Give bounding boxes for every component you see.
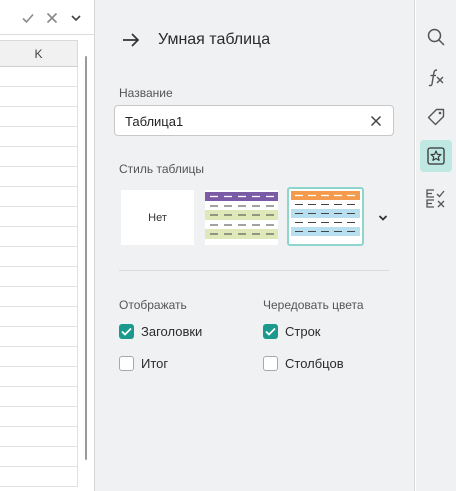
tag-button[interactable]	[420, 101, 452, 133]
formula-check-icon	[426, 189, 445, 208]
cell[interactable]	[0, 227, 78, 247]
cell[interactable]	[0, 347, 78, 367]
star-icon	[427, 147, 445, 165]
cell[interactable]	[0, 367, 78, 387]
cell[interactable]	[0, 107, 78, 127]
style-purple-preview	[205, 190, 278, 245]
columns-checkbox[interactable]	[263, 356, 278, 371]
cell[interactable]	[0, 287, 78, 307]
close-icon	[46, 12, 58, 24]
table-style-label: Стиль таблицы	[119, 162, 205, 176]
cell[interactable]	[0, 307, 78, 327]
checkmark-icon	[265, 327, 276, 336]
spreadsheet-area: K	[0, 0, 95, 491]
formula-bar	[0, 0, 94, 35]
panel-header: Умная таблица	[119, 28, 270, 52]
style-none-option[interactable]: Нет	[121, 190, 194, 245]
panel-title: Умная таблица	[158, 31, 271, 48]
total-checkbox-row[interactable]: Итог	[119, 356, 168, 371]
cell[interactable]	[0, 447, 78, 467]
rows-checkbox[interactable]	[263, 324, 278, 339]
cancel-formula-button[interactable]	[42, 8, 62, 28]
column-header-k[interactable]: K	[0, 40, 78, 67]
expand-styles-button[interactable]	[376, 211, 390, 225]
arrow-right-icon	[123, 33, 140, 47]
name-label: Название	[119, 86, 173, 100]
cell[interactable]	[0, 247, 78, 267]
smart-table-button[interactable]	[420, 140, 452, 172]
chevron-down-icon	[378, 215, 388, 221]
cell[interactable]	[0, 427, 78, 447]
function-button[interactable]	[420, 61, 452, 93]
section-divider	[119, 270, 389, 271]
table-name-field[interactable]	[114, 105, 394, 136]
columns-checkbox-row[interactable]: Столбцов	[263, 356, 344, 371]
chevron-down-icon	[71, 15, 81, 22]
function-icon	[428, 69, 444, 87]
cell[interactable]	[0, 387, 78, 407]
style-orange-preview	[291, 191, 360, 242]
checkmark-icon	[121, 327, 132, 336]
search-icon	[427, 28, 445, 46]
smart-table-panel: Умная таблица Название Стиль таблицы Нет	[95, 0, 415, 491]
cell[interactable]	[0, 167, 78, 187]
close-icon	[370, 115, 382, 127]
cell[interactable]	[0, 87, 78, 107]
cell[interactable]	[0, 407, 78, 427]
total-checkbox-label: Итог	[141, 356, 169, 371]
total-checkbox[interactable]	[119, 356, 134, 371]
headers-checkbox-label: Заголовки	[141, 324, 203, 339]
vertical-scrollbar[interactable]	[85, 56, 87, 460]
style-purple-option[interactable]	[205, 190, 278, 245]
headers-checkbox-row[interactable]: Заголовки	[119, 324, 202, 339]
formula-more-button[interactable]	[66, 8, 86, 28]
cell[interactable]	[0, 67, 78, 87]
tag-icon	[427, 108, 445, 126]
table-name-input[interactable]	[125, 112, 355, 130]
cell[interactable]	[0, 187, 78, 207]
headers-checkbox[interactable]	[119, 324, 134, 339]
style-orange-option-selected[interactable]	[287, 187, 364, 246]
cell[interactable]	[0, 207, 78, 227]
confirm-formula-button[interactable]	[18, 8, 38, 28]
rows-checkbox-label: Строк	[285, 324, 321, 339]
alternate-colors-label: Чередовать цвета	[263, 298, 364, 312]
collapse-panel-button[interactable]	[119, 28, 143, 52]
cell[interactable]	[0, 327, 78, 347]
cell[interactable]	[0, 127, 78, 147]
cell[interactable]	[0, 147, 78, 167]
rows-checkbox-row[interactable]: Строк	[263, 324, 321, 339]
table-style-gallery: Нет	[121, 187, 371, 247]
cell[interactable]	[0, 267, 78, 287]
columns-checkbox-label: Столбцов	[285, 356, 344, 371]
cell[interactable]	[0, 467, 78, 487]
sheet-rows	[0, 67, 78, 487]
search-button[interactable]	[420, 21, 452, 53]
clear-name-button[interactable]	[369, 114, 383, 128]
formula-check-button[interactable]	[420, 182, 452, 214]
right-toolbar	[416, 0, 456, 491]
display-label: Отображать	[119, 298, 187, 312]
check-icon	[22, 13, 34, 24]
